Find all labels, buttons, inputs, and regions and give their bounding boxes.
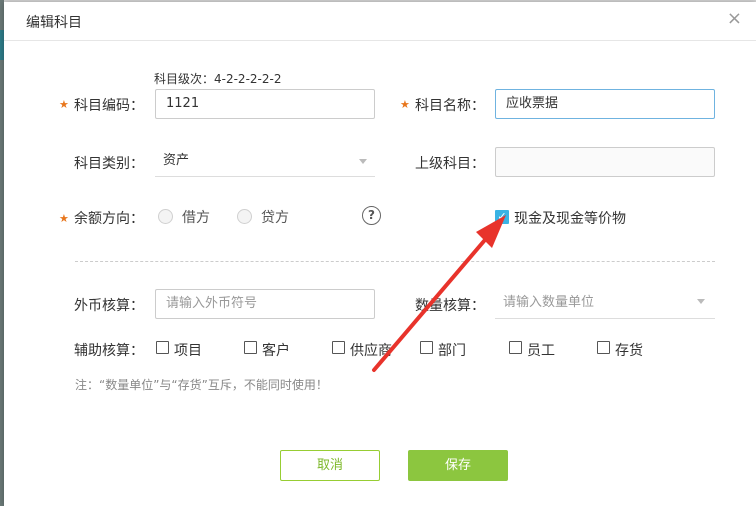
account-category-select[interactable]: 资产: [155, 147, 375, 177]
auxiliary-label-supplier[interactable]: 供应商: [350, 340, 392, 360]
help-question-icon[interactable]: ?: [362, 206, 381, 225]
auxiliary-checkbox-employee[interactable]: [509, 341, 522, 354]
cash-equivalent-label[interactable]: 现金及现金等价物: [514, 208, 626, 228]
quantity-unit-select[interactable]: 请输入数量单位: [495, 289, 715, 319]
auxiliary-checkbox-department[interactable]: [420, 341, 433, 354]
auxiliary-label-department[interactable]: 部门: [438, 340, 466, 360]
auxiliary-checkbox-supplier[interactable]: [332, 341, 345, 354]
account-code-label: 科目编码：: [74, 98, 144, 114]
quantity-unit-placeholder: 请输入数量单位: [503, 295, 595, 310]
account-category-value: 资产: [163, 153, 190, 168]
radio-credit-label[interactable]: 贷方: [261, 207, 289, 227]
required-star-icon: ★: [59, 212, 69, 225]
auxiliary-label-project[interactable]: 项目: [174, 340, 202, 360]
radio-debit[interactable]: [158, 209, 173, 224]
cash-equivalent-checkbox[interactable]: ✓: [495, 210, 509, 224]
chevron-down-icon[interactable]: [359, 159, 367, 164]
auxiliary-checkbox-customer[interactable]: [244, 341, 257, 354]
auxiliary-checkbox-inventory[interactable]: [597, 341, 610, 354]
parent-account-label: 上级科目：: [415, 156, 485, 172]
balance-direction-label: 余额方向：: [74, 211, 144, 227]
foreign-currency-input[interactable]: 请输入外币符号: [155, 289, 375, 319]
quantity-label: 数量核算：: [415, 298, 485, 314]
account-code-input[interactable]: 1121: [155, 89, 375, 119]
auxiliary-label: 辅助核算：: [74, 343, 144, 359]
mutual-exclusion-note: 注：“数量单位”与“存货”互斥，不能同时使用！: [75, 378, 328, 392]
foreign-currency-label: 外币核算：: [74, 298, 144, 314]
required-star-icon: ★: [400, 98, 410, 111]
edit-account-dialog: 编辑科目 × 科目级次：4-2-2-2-2-2 ★ 科目编码： 1121 ★ 科…: [4, 2, 756, 506]
account-level-hint: 科目级次：4-2-2-2-2-2: [154, 72, 282, 86]
account-name-label: 科目名称：: [415, 98, 485, 114]
cancel-button[interactable]: 取消: [280, 450, 380, 481]
save-button[interactable]: 保存: [408, 450, 508, 481]
account-name-input[interactable]: 应收票据: [495, 89, 715, 119]
radio-credit[interactable]: [237, 209, 252, 224]
radio-debit-label[interactable]: 借方: [182, 207, 210, 227]
auxiliary-label-inventory[interactable]: 存货: [615, 340, 643, 360]
auxiliary-checkbox-project[interactable]: [156, 341, 169, 354]
chevron-down-icon[interactable]: [697, 299, 705, 304]
parent-account-input[interactable]: [495, 147, 715, 177]
required-star-icon: ★: [59, 98, 69, 111]
section-divider: [75, 261, 715, 262]
auxiliary-label-customer[interactable]: 客户: [262, 340, 290, 360]
account-category-label: 科目类别：: [74, 156, 144, 172]
dialog-title: 编辑科目: [26, 15, 82, 31]
close-icon[interactable]: ×: [727, 10, 742, 28]
annotation-arrow-icon: [372, 215, 506, 372]
dialog-header: 编辑科目 ×: [4, 2, 756, 41]
auxiliary-label-employee[interactable]: 员工: [527, 340, 555, 360]
